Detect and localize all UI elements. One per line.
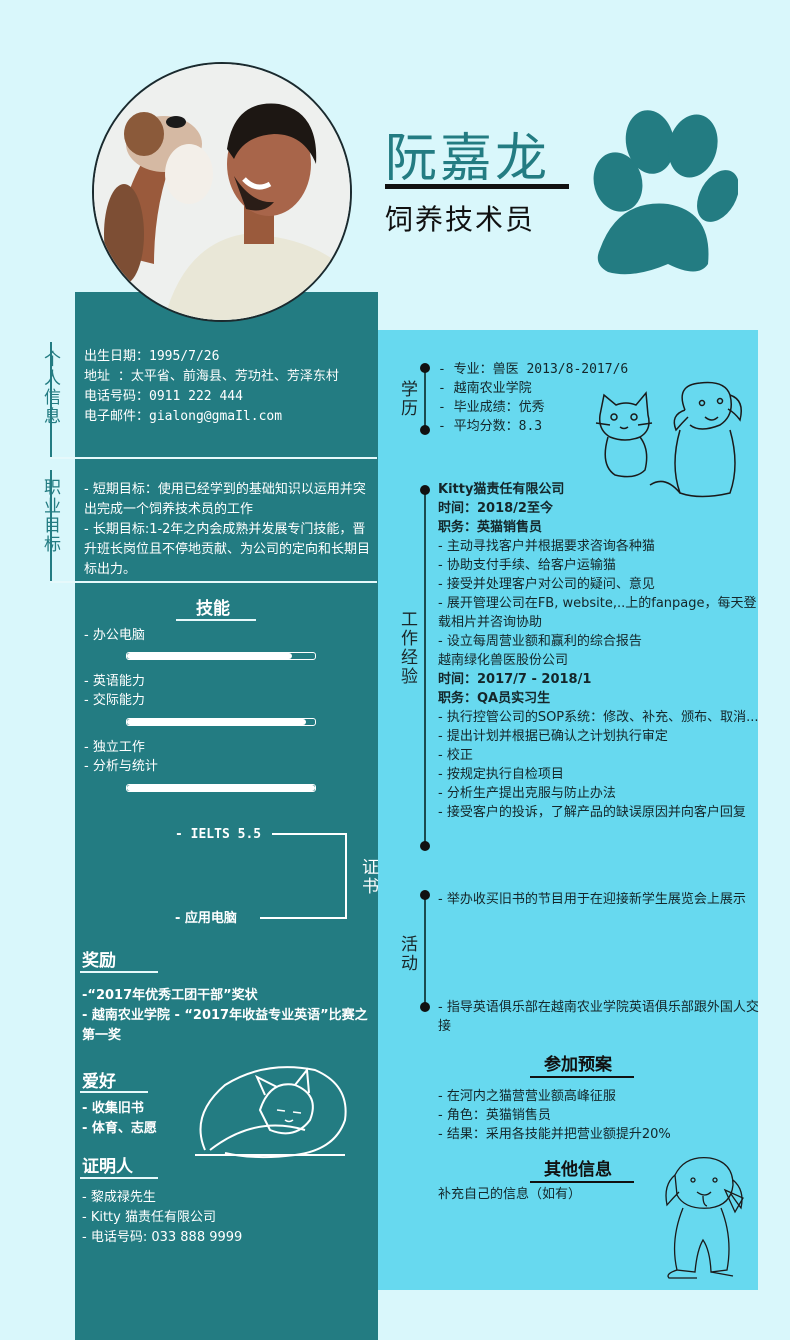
job-task: - 展开管理公司在FB, website,..上的fanpage，每天登载相片并… bbox=[438, 596, 757, 630]
job-task: - 设立每周营业额和赢利的综合报告 bbox=[438, 634, 642, 649]
references-block: - 黎成禄先生 - Kitty 猫责任有限公司 - 电话号码: 033 888 … bbox=[82, 1188, 242, 1248]
cert-connector bbox=[260, 917, 346, 919]
candidate-name: 阮嘉龙 bbox=[385, 129, 551, 189]
name-underline bbox=[385, 184, 569, 189]
timeline-dot bbox=[420, 363, 430, 373]
references-heading-underline bbox=[80, 1177, 158, 1179]
job-task: - 执行控管公司的SOP系统：修改、补充、颁布、取消... bbox=[438, 710, 759, 725]
project-line: - 角色：英猫销售员 bbox=[438, 1108, 551, 1123]
timeline-dot bbox=[420, 485, 430, 495]
skill-bar-fill bbox=[127, 719, 306, 725]
career-goals-divider bbox=[50, 581, 377, 583]
certificate-item: - 应用电脑 bbox=[175, 911, 237, 926]
reference-item: - 黎成禄先生 bbox=[82, 1190, 156, 1205]
skill-bar-fill bbox=[127, 653, 293, 659]
career-goals-bracket bbox=[50, 470, 52, 582]
experience-block: Kitty猫责任有限公司 时间：2018/2至今 职务：英猫销售员 - 主动寻找… bbox=[438, 480, 760, 822]
timeline-dot bbox=[420, 841, 430, 851]
certificate-item: - IELTS 5.5 bbox=[175, 827, 262, 842]
cert-bracket bbox=[345, 833, 347, 919]
experience-label: 工作经验 bbox=[397, 610, 417, 686]
hobby-item: - 体育、志愿 bbox=[82, 1121, 157, 1136]
hobby-item: - 收集旧书 bbox=[82, 1101, 144, 1116]
awards-heading-underline bbox=[80, 971, 158, 973]
education-timeline bbox=[424, 368, 426, 430]
email: 电子邮件：gialong@gmaIl.com bbox=[84, 409, 283, 424]
puppy-icon bbox=[665, 1156, 744, 1279]
hobbies-heading: 爱好 bbox=[82, 1072, 116, 1092]
job-task: - 协助支付手续、给客户运输猫 bbox=[438, 558, 616, 573]
award-item: -“2017年优秀工团干部”奖状 bbox=[82, 988, 258, 1003]
paw-icon bbox=[593, 110, 738, 275]
skills-heading: 技能 bbox=[196, 599, 230, 619]
job-task: - 主动寻找客户并根据要求咨询各种猫 bbox=[438, 539, 655, 554]
short-term-goal: - 短期目标：使用已经学到的基础知识以运用并突出完成一个饲养技术员的工作 bbox=[84, 482, 366, 517]
activity-item: - 举办收买旧书的节目用于在迎接新学生展览会上展示 bbox=[438, 892, 746, 907]
activities-timeline bbox=[424, 895, 426, 1007]
skill-item: - 独立工作 bbox=[84, 740, 145, 755]
certificates-label: 证书 bbox=[358, 858, 378, 896]
skill-bar bbox=[126, 652, 316, 660]
other-info-text: 补充自己的信息（如有） bbox=[438, 1187, 582, 1202]
job-task: - 接受并处理客户对公司的疑问、意见 bbox=[438, 577, 655, 592]
award-item: - 越南农业学院 - “2017年收益专业英语”比赛之第一奖 bbox=[82, 1008, 368, 1043]
cert-connector bbox=[272, 833, 346, 835]
projects-block: - 在河内之猫营营业额高峰征服 - 角色：英猫销售员 - 结果：采用各技能并把营… bbox=[438, 1087, 758, 1144]
timeline-dot bbox=[420, 1002, 430, 1012]
education-label: 学历 bbox=[397, 380, 417, 418]
personal-info-divider bbox=[50, 457, 377, 459]
job-task: - 接受客户的投诉，了解产品的缺误原因并向客户回复 bbox=[438, 805, 746, 820]
job-position: 职务：英猫销售员 bbox=[438, 520, 543, 535]
timeline-dot bbox=[420, 425, 430, 435]
skill-item: - 交际能力 bbox=[84, 693, 145, 708]
other-info-heading-underline bbox=[530, 1181, 634, 1183]
project-line: - 结果：采用各技能并把营业额提升20% bbox=[438, 1127, 671, 1142]
career-goals-block: - 短期目标：使用已经学到的基础知识以运用并突出完成一个饲养技术员的工作 - 长… bbox=[84, 480, 374, 580]
profile-photo-illustration bbox=[94, 64, 350, 320]
job-time: 时间：2017/7 - 2018/1 bbox=[438, 672, 592, 687]
reference-item: - 电话号码: 033 888 9999 bbox=[82, 1230, 243, 1245]
skill-bar bbox=[126, 718, 316, 726]
activities-label: 活动 bbox=[397, 935, 417, 973]
timeline-dot bbox=[420, 890, 430, 900]
other-info-heading: 其他信息 bbox=[544, 1160, 612, 1180]
reference-item: - Kitty 猫责任有限公司 bbox=[82, 1210, 216, 1225]
hobbies-block: - 收集旧书 - 体育、志愿 bbox=[82, 1099, 157, 1139]
job-task: - 提出计划并根据已确认之计划执行审定 bbox=[438, 729, 668, 744]
skill-bar-fill bbox=[127, 785, 315, 791]
birth-date: 出生日期：1995/7/26 bbox=[84, 349, 220, 364]
job-task: - 校正 bbox=[438, 748, 473, 763]
personal-info-bracket bbox=[50, 342, 52, 457]
activity-item: - 指导英语俱乐部在越南农业学院英语俱乐部跟外国人交接 bbox=[438, 1000, 759, 1034]
address: 地址 ：太平省、前海县、芳功社、芳泽东村 bbox=[84, 369, 339, 384]
company-name: 越南绿化兽医股份公司 bbox=[438, 653, 569, 668]
long-term-goal: - 长期目标:1-2年之内会成熟并发展专门技能，晋升班长岗位且不停地贡献、为公司… bbox=[84, 522, 371, 577]
skill-bar bbox=[126, 784, 316, 792]
sleeping-cat-icon bbox=[195, 1066, 347, 1159]
project-line: - 在河内之猫营营业额高峰征服 bbox=[438, 1089, 616, 1104]
job-position: 职务：QA员实习生 bbox=[438, 691, 551, 706]
hobbies-heading-underline bbox=[80, 1091, 148, 1093]
skill-item: - 英语能力 bbox=[84, 674, 145, 689]
projects-heading-underline bbox=[530, 1076, 634, 1078]
phone: 电话号码：0911 222 444 bbox=[84, 389, 243, 404]
profile-photo bbox=[92, 62, 352, 322]
job-time: 时间：2018/2至今 bbox=[438, 501, 553, 516]
left-column bbox=[75, 292, 378, 1340]
job-task: - 分析生产提出克服与防止办法 bbox=[438, 786, 616, 801]
personal-info-block: 出生日期：1995/7/26 地址 ：太平省、前海县、芳功社、芳泽东村 电话号码… bbox=[84, 347, 374, 427]
awards-block: -“2017年优秀工团干部”奖状 - 越南农业学院 - “2017年收益专业英语… bbox=[82, 986, 374, 1046]
projects-heading: 参加预案 bbox=[544, 1055, 612, 1075]
job-title: 饲养技术员 bbox=[385, 203, 536, 236]
skill-item: - 分析与统计 bbox=[84, 759, 158, 774]
company-name: Kitty猫责任有限公司 bbox=[438, 482, 565, 497]
references-heading: 证明人 bbox=[82, 1157, 133, 1177]
job-task: - 按规定执行自检项目 bbox=[438, 767, 564, 782]
awards-heading: 奖励 bbox=[82, 951, 116, 971]
skill-item: - 办公电脑 bbox=[84, 628, 145, 643]
experience-timeline bbox=[424, 490, 426, 846]
skills-heading-underline bbox=[176, 619, 256, 621]
